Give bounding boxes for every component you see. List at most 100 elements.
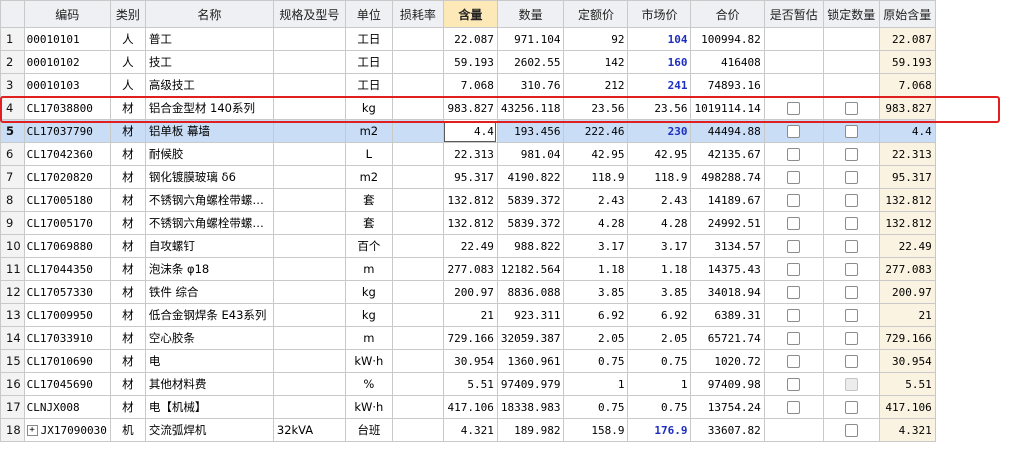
- lock-qty-checkbox[interactable]: [844, 286, 858, 299]
- lock-qty-checkbox[interactable]: [844, 194, 858, 207]
- unit-cell[interactable]: kg: [344, 96, 393, 120]
- quota-price-cell[interactable]: 23.56: [563, 96, 629, 120]
- estimate-checkbox[interactable]: [787, 332, 801, 345]
- estimate-checkbox[interactable]: [787, 148, 801, 161]
- spec-cell[interactable]: [272, 234, 346, 258]
- content-cell[interactable]: 59.193: [442, 50, 498, 74]
- loss-rate-cell[interactable]: [391, 119, 444, 143]
- content-cell[interactable]: 22.313: [442, 142, 498, 166]
- spec-cell[interactable]: [272, 165, 346, 189]
- lock-qty-checkbox[interactable]: [844, 217, 858, 230]
- code-cell[interactable]: CL17005170: [23, 211, 111, 235]
- estimate-cell[interactable]: [763, 142, 824, 166]
- table-row[interactable]: 10 CL17069880 材自攻螺钉 百个 22.49 988.822 3.17 3.17 3…: [0, 234, 936, 258]
- unit-cell[interactable]: m2: [344, 165, 393, 189]
- code-cell[interactable]: CL17069880: [23, 234, 111, 258]
- name-cell[interactable]: 其他材料费: [144, 372, 274, 396]
- original-content-cell[interactable]: 95.317: [878, 165, 936, 189]
- lock-qty-cell[interactable]: [822, 418, 880, 442]
- lock-qty-cell[interactable]: [822, 50, 880, 74]
- estimate-cell[interactable]: [763, 50, 824, 74]
- lock-qty-cell[interactable]: [822, 211, 880, 235]
- quantity-cell[interactable]: 988.822: [496, 234, 565, 258]
- quantity-cell[interactable]: 2602.55: [496, 50, 565, 74]
- name-cell[interactable]: 钢化镀膜玻璃 δ6: [144, 165, 274, 189]
- unit-cell[interactable]: 工日: [344, 73, 393, 97]
- name-cell[interactable]: 空心胶条: [144, 326, 274, 350]
- quantity-cell[interactable]: 923.311: [496, 303, 565, 327]
- total-price-cell[interactable]: 100994.82: [690, 27, 765, 51]
- row-index[interactable]: 4: [0, 96, 25, 120]
- code-cell[interactable]: CLNJX008: [23, 395, 111, 419]
- spec-cell[interactable]: [272, 142, 346, 166]
- market-price-cell[interactable]: 3.85: [627, 280, 692, 304]
- estimate-checkbox[interactable]: [787, 286, 801, 299]
- unit-cell[interactable]: L: [344, 142, 393, 166]
- quota-price-cell[interactable]: 6.92: [563, 303, 629, 327]
- estimate-checkbox[interactable]: [787, 171, 801, 184]
- category-cell[interactable]: 材: [109, 326, 146, 350]
- total-price-cell[interactable]: 14375.43: [690, 257, 765, 281]
- spec-cell[interactable]: [272, 372, 346, 396]
- quota-price-cell[interactable]: 1.18: [563, 257, 629, 281]
- estimate-cell[interactable]: [763, 73, 824, 97]
- estimate-checkbox[interactable]: [787, 125, 801, 138]
- code-cell[interactable]: + JX17090030: [23, 418, 111, 442]
- original-content-cell[interactable]: 983.827: [878, 96, 936, 120]
- row-index[interactable]: 10: [0, 234, 25, 258]
- row-index[interactable]: 12: [0, 280, 25, 304]
- unit-cell[interactable]: kW·h: [344, 349, 393, 373]
- quota-price-cell[interactable]: 222.46: [563, 119, 629, 143]
- spec-cell[interactable]: [272, 119, 346, 143]
- estimate-checkbox[interactable]: [787, 194, 801, 207]
- table-row[interactable]: 3 00010103 人高级技工 工日 7.068 310.76 212 241 74893.1…: [0, 73, 936, 97]
- quota-price-cell[interactable]: 118.9: [563, 165, 629, 189]
- content-cell[interactable]: 132.812: [442, 188, 498, 212]
- lock-qty-cell[interactable]: [822, 303, 880, 327]
- code-cell[interactable]: CL17038800: [23, 96, 111, 120]
- quantity-cell[interactable]: 189.982: [496, 418, 565, 442]
- quota-price-cell[interactable]: 4.28: [563, 211, 629, 235]
- spec-cell[interactable]: [272, 349, 346, 373]
- lock-qty-cell[interactable]: [822, 349, 880, 373]
- table-row[interactable]: 2 00010102 人技工 工日 59.193 2602.55 142 160 416408 5…: [0, 50, 936, 74]
- estimate-cell[interactable]: [763, 349, 824, 373]
- original-content-cell[interactable]: 729.166: [878, 326, 936, 350]
- table-row[interactable]: 12 CL17057330 材铁件 综合 kg 200.97 8836.088 3.85 3.…: [0, 280, 936, 304]
- content-cell[interactable]: 4.4: [442, 119, 498, 143]
- lock-qty-checkbox[interactable]: [844, 148, 858, 161]
- unit-cell[interactable]: m: [344, 257, 393, 281]
- code-cell[interactable]: CL17020820: [23, 165, 111, 189]
- lock-qty-cell[interactable]: [822, 119, 880, 143]
- loss-rate-cell[interactable]: [391, 142, 444, 166]
- loss-rate-cell[interactable]: [391, 257, 444, 281]
- estimate-cell[interactable]: [763, 188, 824, 212]
- estimate-cell[interactable]: [763, 165, 824, 189]
- quantity-cell[interactable]: 1360.961: [496, 349, 565, 373]
- col-header-name[interactable]: 名称: [144, 0, 274, 28]
- spec-cell[interactable]: [272, 395, 346, 419]
- market-price-cell[interactable]: 42.95: [627, 142, 692, 166]
- quantity-cell[interactable]: 43256.118: [496, 96, 565, 120]
- quota-price-cell[interactable]: 3.17: [563, 234, 629, 258]
- quota-price-cell[interactable]: 3.85: [563, 280, 629, 304]
- col-header-idx[interactable]: [0, 0, 25, 28]
- loss-rate-cell[interactable]: [391, 280, 444, 304]
- loss-rate-cell[interactable]: [391, 73, 444, 97]
- market-price-cell[interactable]: 4.28: [627, 211, 692, 235]
- col-header-est[interactable]: 是否暂估: [763, 0, 824, 28]
- name-cell[interactable]: 高级技工: [144, 73, 274, 97]
- total-price-cell[interactable]: 97409.98: [690, 372, 765, 396]
- unit-cell[interactable]: m2: [344, 119, 393, 143]
- unit-cell[interactable]: kg: [344, 303, 393, 327]
- table-row[interactable]: 6 CL17042360 材耐候胶 L 22.313 981.04 42.95 42.95 42…: [0, 142, 936, 166]
- estimate-cell[interactable]: [763, 257, 824, 281]
- table-row[interactable]: 15 CL17010690 材电 kW·h 30.954 1360.961 0.75 0.75…: [0, 349, 936, 373]
- category-cell[interactable]: 材: [109, 119, 146, 143]
- table-row[interactable]: 8 CL17005180 材不锈钢六角螺栓带螺… 套 132.812 5839.372 2.…: [0, 188, 936, 212]
- row-index[interactable]: 2: [0, 50, 25, 74]
- name-cell[interactable]: 耐候胶: [144, 142, 274, 166]
- quantity-cell[interactable]: 12182.564: [496, 257, 565, 281]
- code-cell[interactable]: CL17045690: [23, 372, 111, 396]
- spec-cell[interactable]: [272, 257, 346, 281]
